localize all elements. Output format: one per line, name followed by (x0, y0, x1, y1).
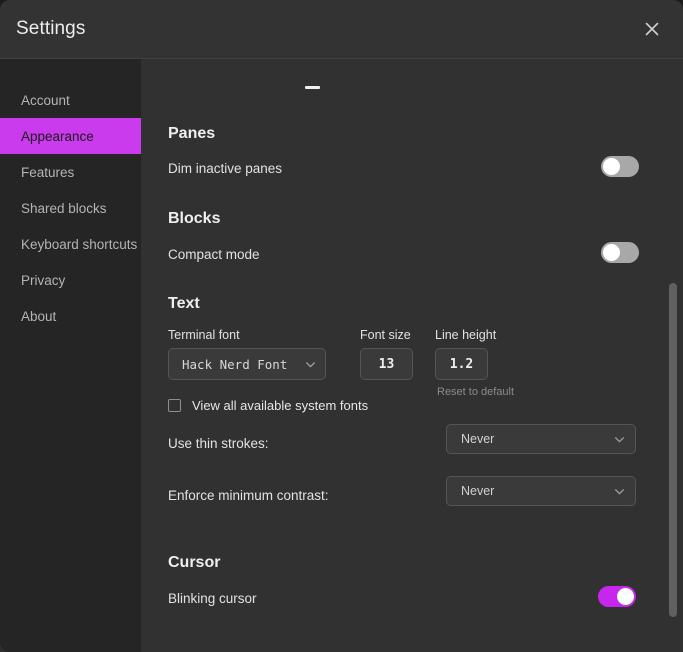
sidebar-item-appearance[interactable]: Appearance (0, 118, 141, 154)
chevron-down-icon (306, 361, 315, 367)
section-title-panes: Panes (168, 125, 216, 142)
sidebar-item-account[interactable]: Account (0, 82, 141, 118)
section-title-cursor: Cursor (168, 554, 221, 571)
chevron-down-icon (615, 436, 624, 442)
dim-inactive-panes-toggle[interactable] (601, 156, 639, 177)
settings-content: Panes Dim inactive panes Blocks Compact … (141, 59, 683, 652)
sidebar-item-about[interactable]: About (0, 298, 141, 334)
section-title-text: Text (168, 295, 200, 312)
settings-window: Settings Account Appearance Features Sha… (0, 0, 683, 652)
close-icon (645, 22, 659, 36)
font-size-label: Font size (360, 328, 411, 342)
terminal-font-label: Terminal font (168, 328, 240, 342)
dim-inactive-panes-label: Dim inactive panes (168, 161, 283, 176)
clipped-element-above (305, 86, 320, 89)
thin-strokes-label: Use thin strokes: (168, 436, 269, 451)
sidebar-item-shared-blocks[interactable]: Shared blocks (0, 190, 141, 226)
line-height-input[interactable]: 1.2 (435, 348, 488, 380)
scrollbar-thumb[interactable] (669, 283, 677, 617)
min-contrast-value: Never (461, 484, 495, 498)
sidebar-item-privacy[interactable]: Privacy (0, 262, 141, 298)
sidebar-item-features[interactable]: Features (0, 154, 141, 190)
terminal-font-value: Hack Nerd Font (182, 356, 288, 372)
blinking-cursor-label: Blinking cursor (168, 591, 257, 606)
reset-to-default-button[interactable]: Reset to default (437, 386, 514, 398)
view-all-fonts-label: View all available system fonts (192, 398, 369, 413)
line-height-value: 1.2 (449, 356, 474, 372)
section-title-blocks: Blocks (168, 210, 221, 227)
toggle-knob (603, 158, 620, 175)
font-size-value: 13 (378, 356, 395, 372)
close-button[interactable] (631, 8, 673, 50)
toggle-knob (617, 588, 634, 605)
line-height-label: Line height (435, 328, 497, 342)
toggle-knob (603, 244, 620, 261)
chevron-down-icon (615, 488, 624, 494)
min-contrast-label: Enforce minimum contrast: (168, 488, 329, 503)
thin-strokes-select[interactable]: Never (446, 424, 636, 454)
compact-mode-label: Compact mode (168, 247, 260, 262)
compact-mode-toggle[interactable] (601, 242, 639, 263)
view-all-fonts-row[interactable]: View all available system fonts (168, 398, 368, 413)
sidebar-item-keyboard-shortcuts[interactable]: Keyboard shortcuts (0, 226, 141, 262)
title-bar: Settings (0, 0, 683, 59)
sidebar: Account Appearance Features Shared block… (0, 59, 141, 652)
blinking-cursor-toggle[interactable] (598, 586, 636, 607)
thin-strokes-value: Never (461, 432, 495, 446)
font-size-input[interactable]: 13 (360, 348, 413, 380)
terminal-font-select[interactable]: Hack Nerd Font (168, 348, 326, 380)
min-contrast-select[interactable]: Never (446, 476, 636, 506)
content-scrollbar[interactable] (669, 59, 677, 652)
page-title: Settings (16, 18, 86, 39)
view-all-fonts-checkbox[interactable] (168, 399, 181, 412)
